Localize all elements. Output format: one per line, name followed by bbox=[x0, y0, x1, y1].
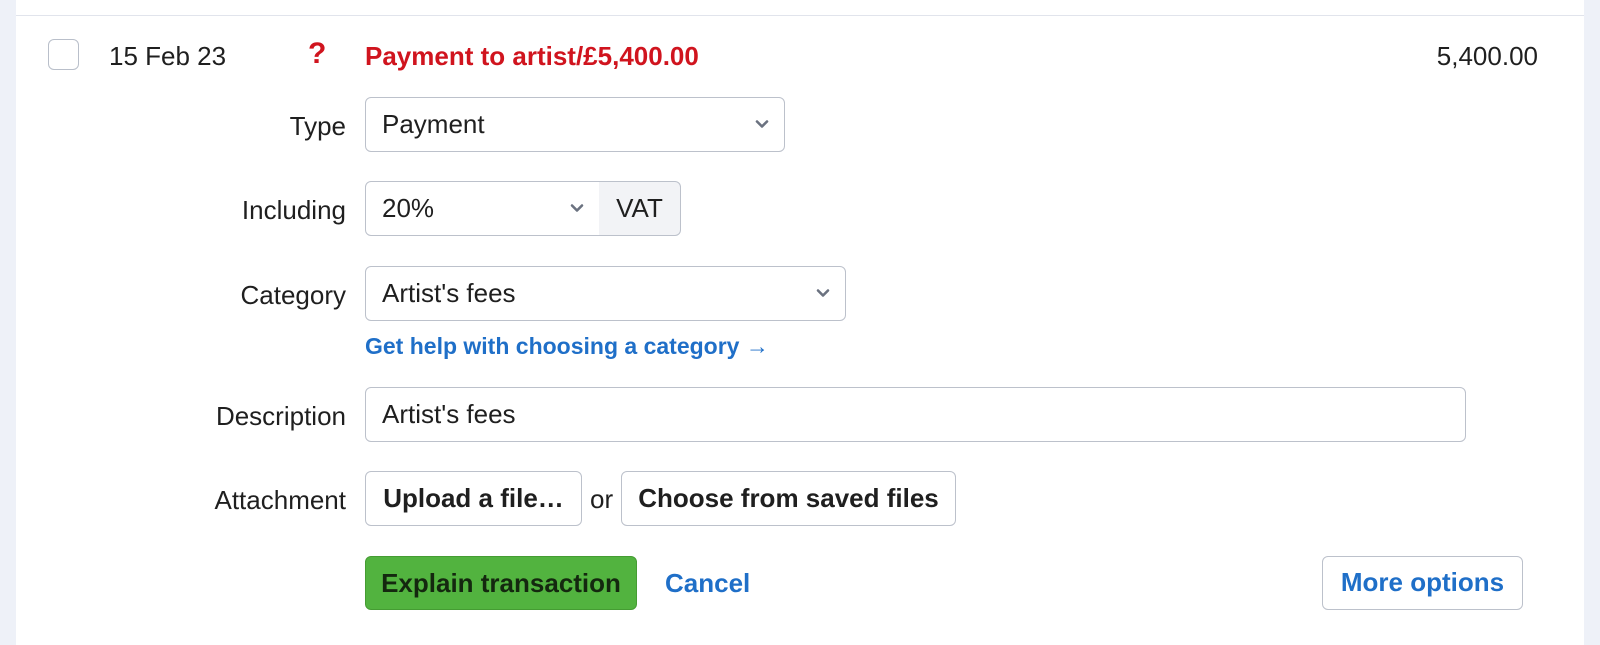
vat-rate-value: 20% bbox=[382, 193, 435, 223]
category-select-value: Artist's fees bbox=[382, 278, 516, 308]
choose-saved-files-button[interactable]: Choose from saved files bbox=[621, 471, 956, 526]
type-select[interactable]: Payment bbox=[365, 97, 785, 152]
upload-file-button[interactable]: Upload a file… bbox=[365, 471, 582, 526]
transaction-amount: 5,400.00 bbox=[1436, 41, 1538, 71]
description-input[interactable]: Artist's fees bbox=[365, 387, 1466, 442]
category-help-link[interactable]: Get help with choosing a category → bbox=[365, 331, 769, 361]
chevron-down-icon bbox=[755, 120, 769, 128]
divider bbox=[16, 15, 1584, 16]
cancel-link[interactable]: Cancel bbox=[665, 567, 750, 599]
vat-addon: VAT bbox=[599, 181, 681, 236]
vat-rate-select[interactable]: 20% bbox=[365, 181, 600, 236]
chevron-down-icon bbox=[570, 204, 584, 212]
transaction-date: 15 Feb 23 bbox=[109, 41, 227, 71]
transaction-title: Payment to artist/£5,400.00 bbox=[365, 41, 699, 71]
attachment-label: Attachment bbox=[214, 485, 346, 515]
category-label: Category bbox=[240, 280, 347, 310]
explain-transaction-button[interactable]: Explain transaction bbox=[365, 556, 637, 610]
type-label: Type bbox=[289, 111, 346, 141]
type-select-value: Payment bbox=[382, 109, 485, 139]
description-label: Description bbox=[215, 401, 346, 431]
including-label: Including bbox=[241, 195, 346, 225]
chevron-down-icon bbox=[816, 289, 830, 297]
question-mark-icon: ? bbox=[308, 37, 327, 70]
or-text: or bbox=[590, 484, 614, 514]
transaction-card: 15 Feb 23 ? Payment to artist/£5,400.00 … bbox=[16, 0, 1584, 645]
row-checkbox[interactable] bbox=[48, 39, 79, 70]
category-select[interactable]: Artist's fees bbox=[365, 266, 846, 321]
more-options-button[interactable]: More options bbox=[1322, 556, 1523, 610]
